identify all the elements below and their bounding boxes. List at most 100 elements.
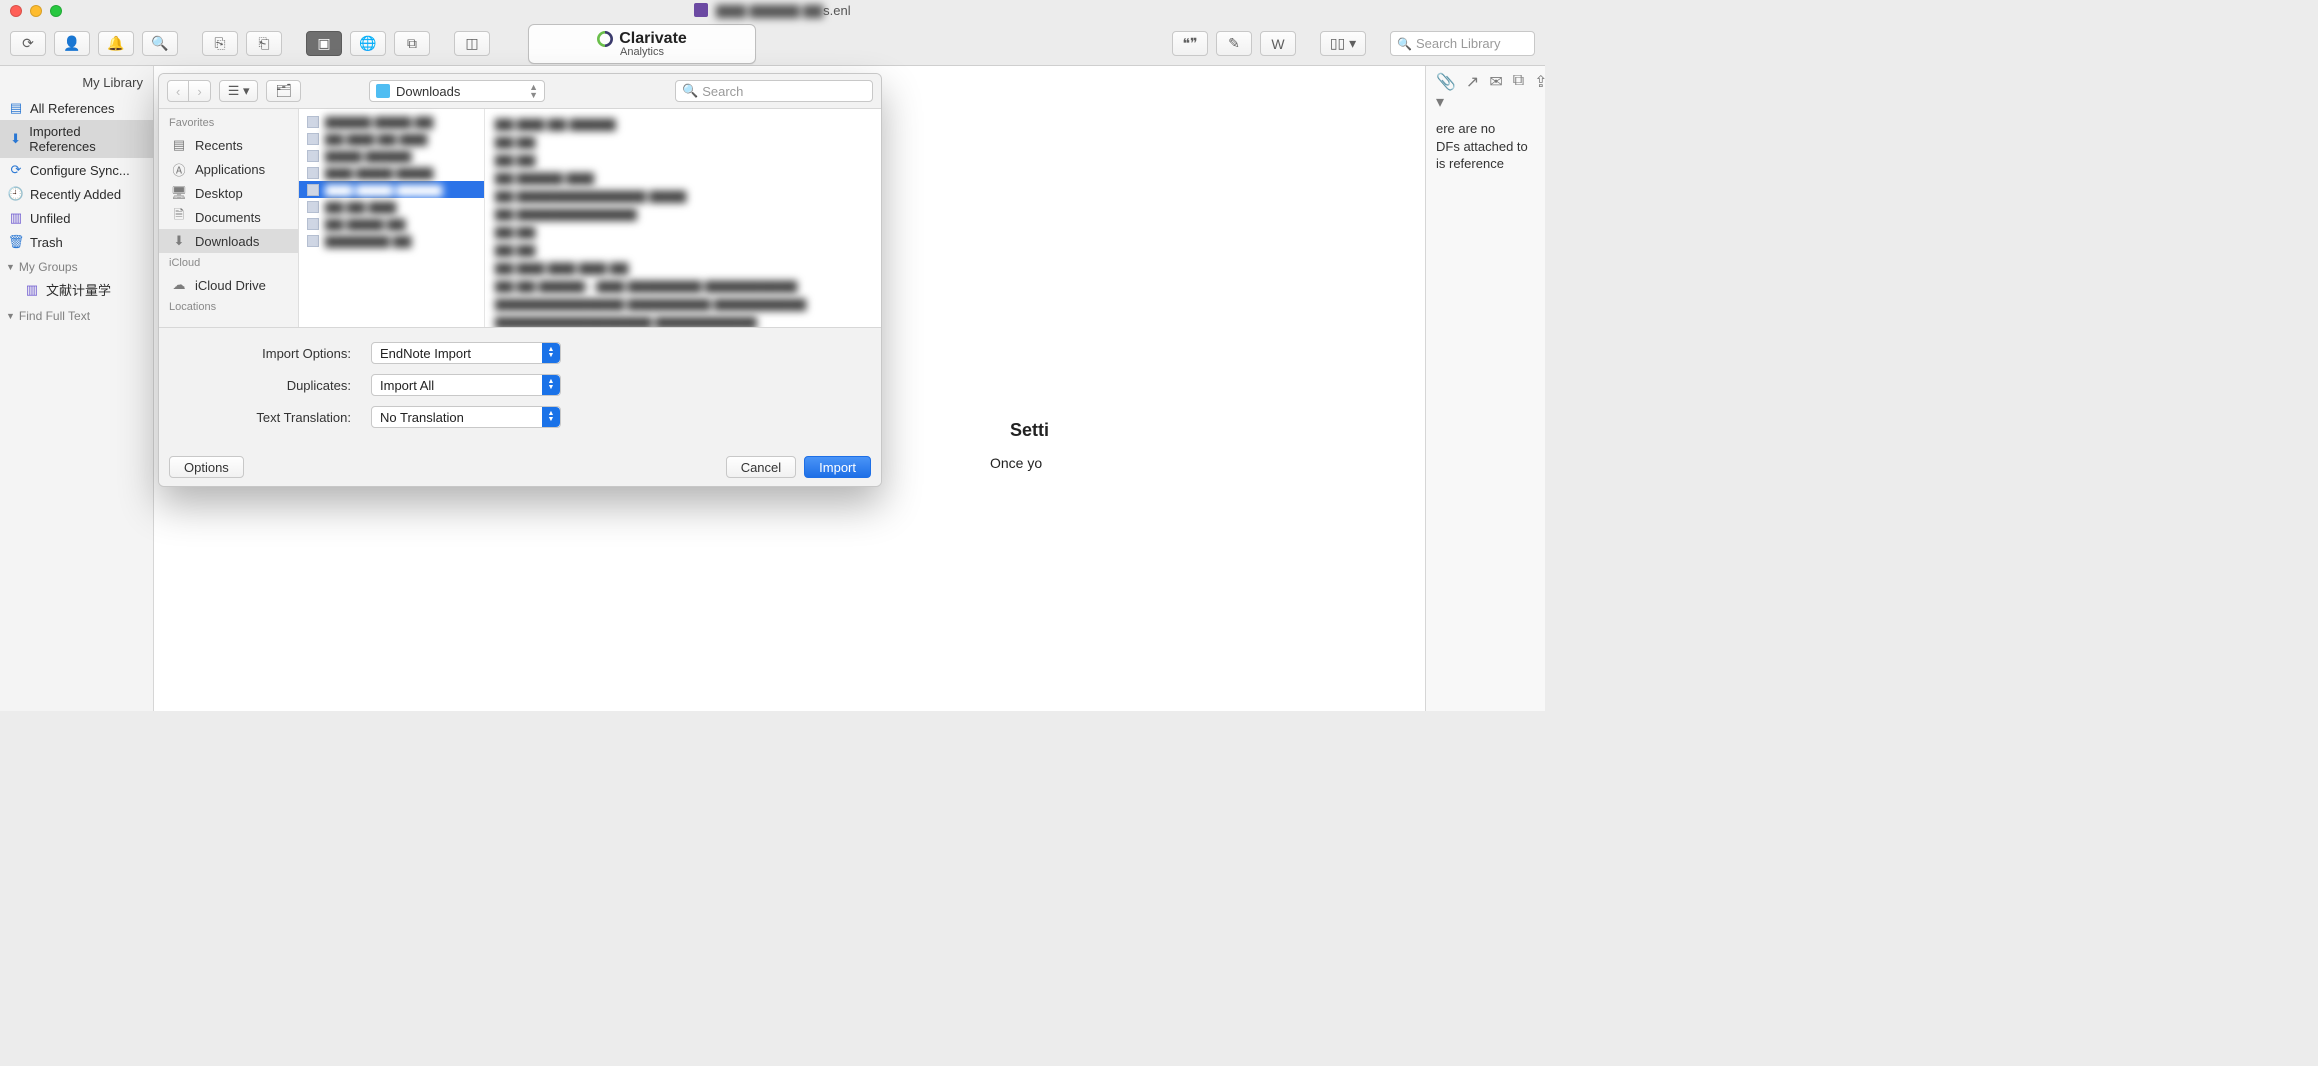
chevron-down-icon: ▼ (6, 262, 15, 272)
import-options-value: EndNote Import (380, 346, 471, 361)
sidebar-item-recently-added[interactable]: 🕘Recently Added (0, 182, 153, 206)
preview-line: ▇▇ ▇▇▇ ▇▇▇ ▇▇▇ ▇▇ (495, 261, 871, 275)
mail-icon[interactable]: ✉ (1489, 72, 1502, 112)
clarivate-brand[interactable]: Clarivate Analytics (528, 24, 756, 64)
sidebar-item-all-references[interactable]: ▤ All References (0, 96, 153, 120)
trash-icon: 🗑 (8, 234, 24, 250)
window-title: ▇▇▇ ▇▇▇▇▇ ▇▇s.enl (0, 3, 1545, 19)
file-row[interactable]: ▇▇ ▇▇▇▇ ▇▇ (299, 215, 484, 232)
import-file-dialog: ‹ › ☰ ▾ 🗂 Downloads ▲▼ 🔍 Search Favorite… (158, 73, 882, 487)
sidebar-item-recents[interactable]: ▤ Recents (159, 133, 298, 157)
sync-button[interactable]: ⟳ (10, 31, 46, 56)
layout-button[interactable]: ▯▯ ▾ (1320, 31, 1366, 56)
import-button[interactable]: Import (804, 456, 871, 478)
goto-word-button[interactable]: W (1260, 31, 1296, 56)
preview-line: ▇▇ ▇▇▇▇▇▇▇▇▇▇▇▇▇▇ ▇▇▇▇ (495, 189, 871, 203)
nav-back-button[interactable]: ‹ (167, 80, 189, 102)
sidebar-item-label: iCloud Drive (195, 278, 266, 293)
import-options-select[interactable]: EndNote Import ▲▼ (371, 342, 561, 364)
zoom-icon[interactable] (50, 5, 62, 17)
file-row[interactable]: ▇▇▇▇ ▇▇▇▇▇ (299, 147, 484, 164)
sidebar-group-item[interactable]: ▥ 文献计量学 (0, 276, 153, 303)
box-icon: ▤ (8, 100, 24, 116)
sidebar-item-label: 文献计量学 (46, 280, 111, 299)
nav-forward-button[interactable]: › (188, 80, 210, 102)
cancel-button[interactable]: Cancel (726, 456, 796, 478)
import-button[interactable]: ⎗ (246, 31, 282, 56)
location-popup[interactable]: Downloads ▲▼ (369, 80, 545, 102)
export-button[interactable]: ⎘ (202, 31, 238, 56)
reference-panel: 📎▾ ↗ ✉ ⧉ ⇪ ere are no DFs attached to is… (1425, 66, 1545, 711)
share-button[interactable]: 👤 (54, 31, 90, 56)
no-pdf-message: ere are no DFs attached to is reference (1436, 120, 1535, 173)
sidebar-group-findfulltext[interactable]: ▼Find Full Text (0, 303, 153, 325)
preview-line: ▇▇ ▇▇▇ ▇▇ ▇▇▇▇▇ (495, 117, 871, 131)
analyze-button[interactable]: 🔍 (142, 31, 178, 56)
file-row[interactable]: ▇▇▇ ▇▇▇▇ ▇▇▇▇▇ (299, 181, 484, 198)
search-library-placeholder: Search Library (1416, 36, 1501, 51)
duplicates-select[interactable]: Import All ▲▼ (371, 374, 561, 396)
minimize-icon[interactable] (30, 5, 42, 17)
sidebar-item-downloads[interactable]: ⬇Downloads (159, 229, 298, 253)
file-row[interactable]: ▇▇▇▇▇ ▇▇▇▇.▇▇ (299, 113, 484, 130)
sidebar-item-label: Recents (195, 138, 243, 153)
sidebar-item-icloud[interactable]: ☁iCloud Drive (159, 273, 298, 297)
sidebar-item-label: Downloads (195, 234, 259, 249)
local-library-button[interactable]: ▣ (306, 31, 342, 56)
share-icon[interactable]: ⇪ (1534, 72, 1547, 112)
sidebar-item-unfiled[interactable]: ▥Unfiled (0, 206, 153, 230)
preview-line: ▇▇ ▇▇ (495, 225, 871, 239)
new-folder-button[interactable]: 🗂 (266, 80, 301, 102)
edit-citation-button[interactable]: ✎ (1216, 31, 1252, 56)
sidebar-item-trash[interactable]: 🗑Trash (0, 230, 153, 254)
preview-line: ▇▇ ▇▇▇▇▇ ▇▇▇ (495, 171, 871, 185)
search-icon: 🔍 (682, 83, 698, 99)
titlebar: ▇▇▇ ▇▇▇▇▇ ▇▇s.enl (0, 0, 1545, 22)
file-name: ▇▇ ▇▇▇▇ ▇▇ (325, 217, 406, 231)
text-translation-select[interactable]: No Translation ▲▼ (371, 406, 561, 428)
sidebar-item-applications[interactable]: ⒶApplications (159, 157, 298, 181)
sidebar-item-configure-sync[interactable]: ⟳Configure Sync... (0, 158, 153, 182)
online-button[interactable]: 🌐 (350, 31, 386, 56)
file-icon (307, 116, 319, 128)
search-library-input[interactable]: 🔍 Search Library (1390, 31, 1535, 56)
bg-paragraph: Once yo (990, 455, 1042, 471)
openurl-button[interactable]: ⧉ (394, 31, 430, 56)
alerts-button[interactable]: 🔔 (98, 31, 134, 56)
sync-icon: ⟳ (8, 162, 24, 178)
sidebar-item-label: All References (30, 101, 115, 116)
file-list: ▇▇▇▇▇ ▇▇▇▇.▇▇▇▇ ▇▇▇ ▇▇ ▇▇▇▇▇▇▇ ▇▇▇▇▇▇▇▇ … (299, 109, 485, 327)
close-icon[interactable] (10, 5, 22, 17)
finder-sidebar: Favorites ▤Recents ⒶApplications 🖥Deskto… (159, 109, 299, 327)
view-mode-button[interactable]: ☰ ▾ (219, 80, 259, 102)
sidebar-item-imported-references[interactable]: ⬇Imported References (0, 120, 153, 158)
text-translation-label: Text Translation: (171, 410, 371, 425)
sidebar-group-mygroups[interactable]: ▼My Groups (0, 254, 153, 276)
group-icon: ▥ (24, 282, 40, 298)
file-icon (307, 150, 319, 162)
file-icon (307, 201, 319, 213)
file-name: ▇▇▇ ▇▇▇▇ ▇▇▇▇▇ (325, 183, 442, 197)
cite-button[interactable]: ❝❞ (1172, 31, 1208, 56)
file-name: ▇▇▇▇ ▇▇▇▇▇ (325, 149, 411, 163)
sidebar-item-documents[interactable]: 🗎Documents (159, 205, 298, 229)
window-mode-button[interactable]: ◫ (454, 31, 490, 56)
attachment-icon[interactable]: 📎▾ (1436, 72, 1456, 112)
file-row[interactable]: ▇▇ ▇▇▇ ▇▇ ▇▇▇ (299, 130, 484, 147)
file-row[interactable]: ▇▇▇ ▇▇▇▇ ▇▇▇▇ (299, 164, 484, 181)
download-icon: ⬇ (8, 131, 23, 147)
options-button[interactable]: Options (169, 456, 244, 478)
chevron-down-icon: ▼ (6, 311, 15, 321)
chevron-updown-icon: ▲▼ (542, 343, 560, 363)
copy-icon[interactable]: ⧉ (1513, 72, 1524, 112)
open-external-icon[interactable]: ↗ (1466, 72, 1479, 112)
brand-subtitle: Analytics (620, 46, 664, 58)
finder-search-input[interactable]: 🔍 Search (675, 80, 873, 102)
file-name: ▇▇ ▇▇▇ ▇▇ ▇▇▇ (325, 132, 427, 146)
recents-icon: ▤ (171, 137, 187, 153)
file-icon (307, 184, 319, 196)
icloud-label: iCloud (159, 253, 298, 273)
sidebar-item-desktop[interactable]: 🖥Desktop (159, 181, 298, 205)
file-row[interactable]: ▇▇ ▇▇ ▇▇▇ (299, 198, 484, 215)
file-row[interactable]: ▇▇▇▇▇▇▇ ▇▇ (299, 232, 484, 249)
